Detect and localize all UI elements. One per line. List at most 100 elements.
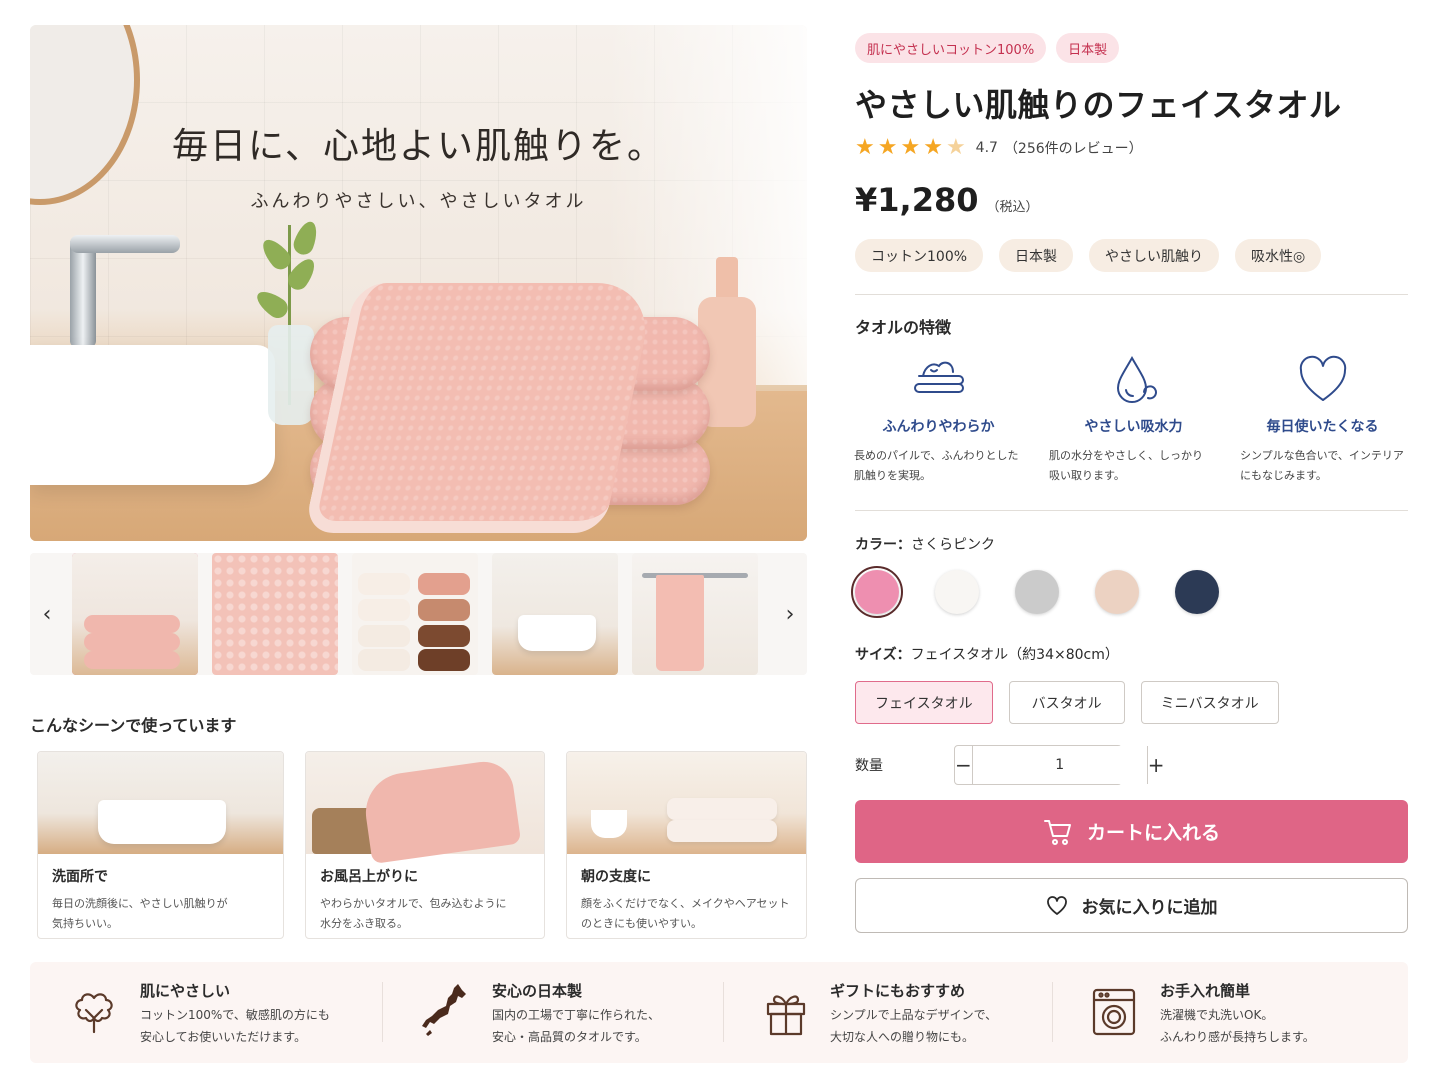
color-swatch-navy[interactable] xyxy=(1175,570,1219,614)
scene-title: 洗面所で xyxy=(52,869,108,885)
add-to-favorites-button[interactable]: お気に入りに追加 xyxy=(855,878,1408,933)
tag: やさしい肌触り xyxy=(1089,239,1220,272)
benefit-title: 安心の日本製 xyxy=(492,982,583,1000)
scene-text: 顔をふくだけでなく、メイクやヘアセット xyxy=(581,897,790,910)
benefit-text: 洗濯機で丸洗いOK。 xyxy=(1160,1008,1274,1022)
thumbnail-prev-button[interactable]: ‹ xyxy=(32,599,62,629)
hero-faucet xyxy=(70,237,96,347)
color-selected-value: さくらピンク xyxy=(911,537,995,553)
benefit-title: お手入れ簡単 xyxy=(1160,982,1251,1000)
review-count[interactable]: （256件のレビュー） xyxy=(1004,138,1143,158)
color-swatch-gray[interactable] xyxy=(1015,570,1059,614)
add-to-cart-label: カートに入れる xyxy=(1086,822,1220,844)
scene-card: お風呂上がりに やわらかいタオルで、包み込むように 水分をふき取る。 xyxy=(305,751,545,939)
add-to-favorites-label: お気に入りに追加 xyxy=(1081,898,1218,918)
product-title: やさしい肌触りのフェイスタオル xyxy=(855,86,1342,124)
color-swatch-white[interactable] xyxy=(935,570,979,614)
size-label: サイズ：フェイスタオル（約34×80cm） xyxy=(855,644,1119,664)
tag: 吸水性◎ xyxy=(1235,239,1322,272)
benefit-text: 国内の工場で丁寧に作られた、 xyxy=(492,1008,661,1022)
feature-title: 毎日使いたくなる xyxy=(1266,419,1379,435)
benefit-text: シンプルで上品なデザインで、 xyxy=(830,1008,998,1022)
heart-outline-icon xyxy=(1046,895,1067,915)
feature-everyday: 毎日使いたくなる シンプルな色合いで、インテリア にもなじみます。 xyxy=(1230,352,1415,486)
benefit-text: コットン100%で、敏感肌の方にも xyxy=(140,1008,330,1022)
hero-subtitle: ふんわりやさしい、やさしいタオル xyxy=(250,191,587,212)
scene-image xyxy=(567,752,806,854)
benefit-text: 安心・高品質のタオルです。 xyxy=(492,1030,647,1044)
color-swatch-beige[interactable] xyxy=(1095,570,1139,614)
thumbnail-strip: ‹ › xyxy=(30,553,807,675)
thumbnail-3[interactable] xyxy=(352,553,478,675)
color-label-key: カラー： xyxy=(855,537,911,553)
star-icon: ★ xyxy=(923,135,943,160)
scene-title: 朝の支度に xyxy=(581,869,651,885)
benefit-text: 安心してお使いいただけます。 xyxy=(140,1030,307,1044)
feature-text: にもなじみます。 xyxy=(1240,469,1327,482)
tag: コットン100% xyxy=(855,239,984,272)
divider xyxy=(855,294,1408,295)
color-label: カラー：さくらピンク xyxy=(855,534,995,554)
hero-pump xyxy=(716,257,738,301)
quantity-decrement-button[interactable]: − xyxy=(955,746,972,784)
product-badges: 肌にやさしいコットン100% 日本製 xyxy=(855,33,1120,63)
thumbnail-next-button[interactable]: › xyxy=(775,599,805,629)
feature-absorbent: やさしい吸水力 肌の水分をやさしく、しっかり 吸い取ります。 xyxy=(1041,352,1226,486)
water-drop-icon xyxy=(1116,355,1157,403)
quantity-stepper: − + xyxy=(954,745,1165,785)
thumbnail-image xyxy=(212,553,338,675)
price: ¥1,280 （税込） xyxy=(855,181,1039,219)
size-option-face-towel[interactable]: フェイスタオル xyxy=(855,681,993,724)
size-option-bath-towel[interactable]: バスタオル xyxy=(1008,681,1125,724)
feature-title: やさしい吸水力 xyxy=(1084,419,1183,435)
star-icon: ★ xyxy=(877,135,898,160)
scene-title: お風呂上がりに xyxy=(320,869,418,885)
size-option-mini-bath-towel[interactable]: ミニバスタオル xyxy=(1140,681,1279,724)
heart-icon xyxy=(1299,355,1346,401)
thumbnail-5[interactable] xyxy=(632,553,758,675)
thumbnail-1[interactable] xyxy=(72,553,198,675)
feature-text: シンプルな色合いで、インテリア xyxy=(1240,449,1404,462)
badge-cotton: 肌にやさしいコットン100% xyxy=(855,33,1047,63)
star-icon: ★ xyxy=(900,135,921,160)
washing-machine-icon xyxy=(1092,988,1136,1036)
hero-sink xyxy=(30,345,275,485)
scene-image xyxy=(306,752,544,865)
hero-towel-fold xyxy=(303,283,657,533)
benefits-strip: 肌にやさしい コットン100%で、敏感肌の方にも 安心してお使いいただけます。 … xyxy=(30,962,1408,1063)
quantity-increment-button[interactable]: + xyxy=(1148,746,1165,784)
benefit-text: 大切な人への贈り物にも。 xyxy=(830,1030,975,1044)
thumbnail-image xyxy=(632,553,758,675)
quantity-label: 数量 xyxy=(855,758,883,774)
soft-pile-icon xyxy=(913,361,964,393)
feature-text: 肌触りを実現。 xyxy=(854,469,931,482)
color-swatch-sakura-pink[interactable] xyxy=(851,566,903,618)
product-tags: コットン100% 日本製 やさしい肌触り 吸水性◎ xyxy=(855,239,1322,272)
quantity-input[interactable] xyxy=(971,746,1148,784)
thumbnail-4[interactable] xyxy=(492,553,618,675)
price-tax-note: （税込） xyxy=(986,200,1039,215)
hero-image: 毎日に、心地よい肌触りを。 ふんわりやさしい、やさしいタオル xyxy=(30,25,807,541)
feature-title: ふんわりやわらか xyxy=(882,419,995,435)
scene-card: 朝の支度に 顔をふくだけでなく、メイクやヘアセット のときにも使いやすい。 xyxy=(566,751,807,939)
cart-icon xyxy=(1043,819,1071,845)
scenes-heading: こんなシーンで使っています xyxy=(30,716,237,735)
scene-card: 洗面所で 毎日の洗顔後に、やさしい肌触りが 気持ちいい。 xyxy=(37,751,284,939)
scene-image xyxy=(38,752,283,854)
benefit-text: ふんわり感が長持ちします。 xyxy=(1160,1030,1315,1044)
benefit-title: ギフトにもおすすめ xyxy=(830,982,966,1000)
hero-faucet-spout xyxy=(70,235,180,253)
add-to-cart-button[interactable]: カートに入れる xyxy=(855,800,1408,863)
thumbnail-2[interactable] xyxy=(212,553,338,675)
feature-text: 吸い取ります。 xyxy=(1049,469,1125,482)
size-options: フェイスタオル バスタオル ミニバスタオル xyxy=(855,681,1279,724)
divider xyxy=(1052,982,1053,1042)
badge-made-in-japan: 日本製 xyxy=(1056,33,1120,63)
rating-value: 4.7 xyxy=(975,140,998,156)
divider xyxy=(382,982,383,1042)
feature-text: 長めのパイルで、ふんわりとした xyxy=(854,449,1019,462)
scene-text: のときにも使いやすい。 xyxy=(581,917,702,930)
thumbnail-image xyxy=(492,553,618,675)
scene-text: 毎日の洗顔後に、やさしい肌触りが xyxy=(52,897,228,910)
thumbnail-image xyxy=(352,553,478,675)
